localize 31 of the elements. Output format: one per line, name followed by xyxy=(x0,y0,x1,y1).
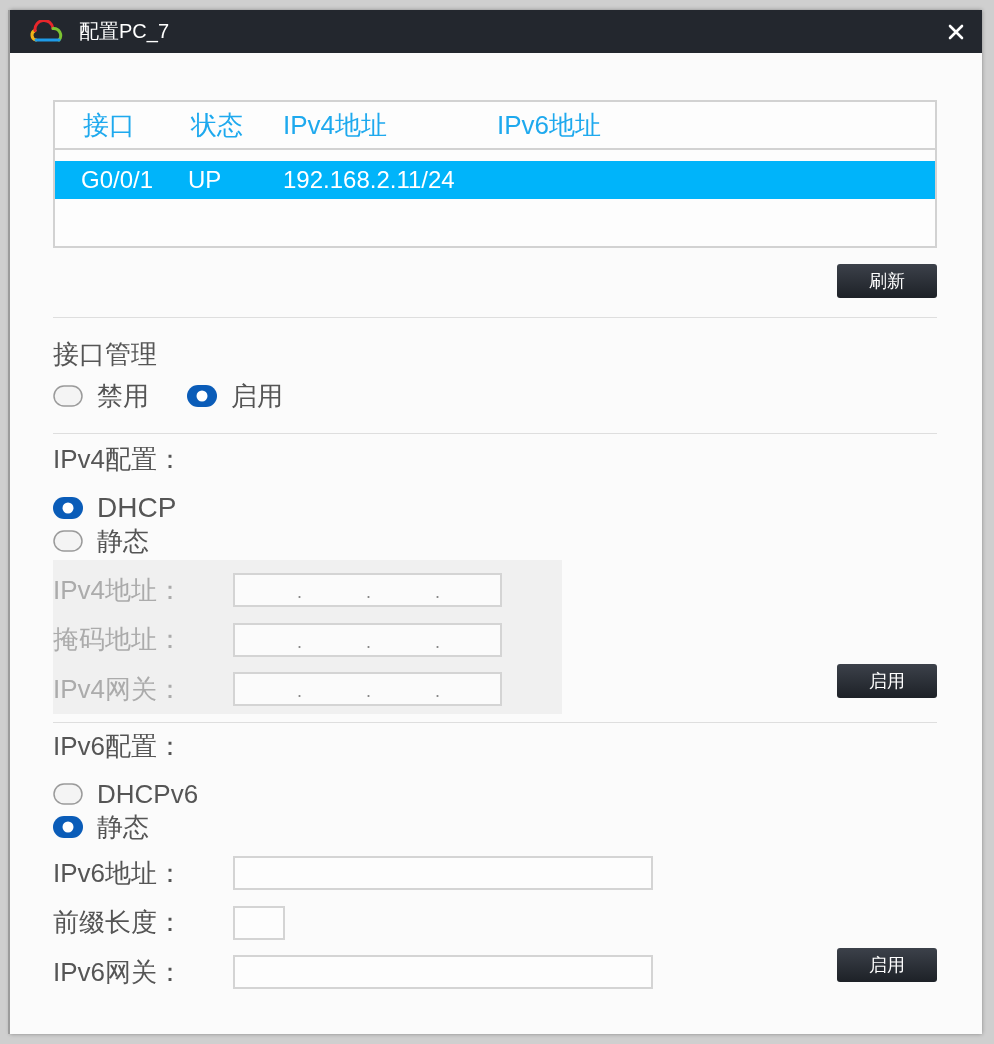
field-label: 掩码地址： xyxy=(53,623,184,656)
radio-button[interactable]: 静态 xyxy=(53,812,149,842)
close-icon xyxy=(948,23,964,40)
apply-button[interactable]: 启用 xyxy=(837,664,937,698)
field-label: IPv4地址： xyxy=(53,573,185,607)
close-button[interactable] xyxy=(948,23,964,40)
refresh-button[interactable]: 刷新 xyxy=(837,264,937,298)
column-header: IPv4地址 xyxy=(283,108,389,142)
radio-button[interactable]: DHCPv6 xyxy=(53,779,199,809)
field-label: IPv4网关： xyxy=(53,672,185,706)
radio-button[interactable]: 启用 xyxy=(187,381,283,411)
radio-button[interactable]: 禁用 xyxy=(53,381,149,411)
table-cell-text: 192.168.2.11/24 xyxy=(283,166,456,194)
column-header: 接口 xyxy=(83,108,136,142)
window-title: 配置PC_7 xyxy=(79,19,170,45)
column-header: 状态 xyxy=(191,108,244,142)
radio-button[interactable]: DHCP xyxy=(53,493,177,523)
field-label: IPv6网关： xyxy=(53,955,185,989)
field-label: 前缀长度： xyxy=(53,906,184,939)
field-label: IPv6地址： xyxy=(53,856,185,890)
input-field[interactable] xyxy=(233,955,653,989)
input-field[interactable] xyxy=(233,856,653,890)
section-title: 接口管理 xyxy=(53,338,158,371)
section-title: IPv4配置： xyxy=(53,443,185,476)
table-cell-text: G0/0/1 xyxy=(81,166,155,194)
section-title: IPv6配置： xyxy=(53,730,185,763)
table-cell-text: UP xyxy=(188,166,223,194)
radio-button[interactable]: 静态 xyxy=(53,526,149,556)
column-header: IPv6地址 xyxy=(497,108,603,142)
apply-button[interactable]: 启用 xyxy=(837,948,937,982)
input-field[interactable] xyxy=(233,905,285,940)
